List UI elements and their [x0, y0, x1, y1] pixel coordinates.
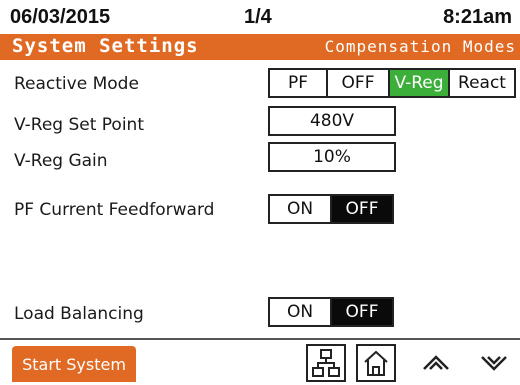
pf-feedforward-toggle: ON OFF	[268, 194, 394, 224]
reactive-mode-react-option[interactable]: React	[450, 70, 514, 96]
reactive-mode-selector: PF OFF V-Reg React	[268, 68, 516, 98]
network-icon[interactable]	[306, 344, 346, 382]
pf-feedforward-on-option[interactable]: ON	[270, 196, 332, 222]
time-display: 8:21am	[443, 6, 512, 28]
start-system-button[interactable]: Start System	[12, 346, 136, 382]
vreg-set-point-label: V-Reg Set Point	[14, 115, 144, 135]
load-balancing-toggle: ON OFF	[268, 297, 394, 327]
reactive-mode-vreg-option[interactable]: V-Reg	[390, 70, 450, 96]
status-bar: 06/03/2015 1/4 8:21am	[0, 0, 520, 34]
reactive-mode-pf-option[interactable]: PF	[270, 70, 328, 96]
pf-feedforward-label: PF Current Feedforward	[14, 200, 215, 220]
chevron-down-icon[interactable]	[476, 346, 512, 380]
page-title: System Settings	[12, 35, 199, 57]
load-balancing-label: Load Balancing	[14, 304, 144, 324]
footer-divider	[0, 338, 520, 340]
reactive-mode-off-option[interactable]: OFF	[328, 70, 390, 96]
vreg-gain-field[interactable]: 10%	[268, 142, 396, 172]
page-indicator: 1/4	[244, 6, 272, 28]
title-bar: System Settings Compensation Modes	[0, 34, 520, 60]
chevron-up-icon[interactable]	[418, 346, 454, 380]
reactive-mode-label: Reactive Mode	[14, 74, 139, 94]
load-balancing-on-option[interactable]: ON	[270, 299, 332, 325]
date-display: 06/03/2015	[10, 6, 111, 28]
vreg-set-point-field[interactable]: 480V	[268, 106, 396, 136]
load-balancing-off-option[interactable]: OFF	[332, 299, 392, 325]
home-icon[interactable]	[356, 344, 396, 382]
page-subtitle: Compensation Modes	[324, 37, 516, 56]
pf-feedforward-off-option[interactable]: OFF	[332, 196, 392, 222]
vreg-gain-label: V-Reg Gain	[14, 151, 108, 171]
